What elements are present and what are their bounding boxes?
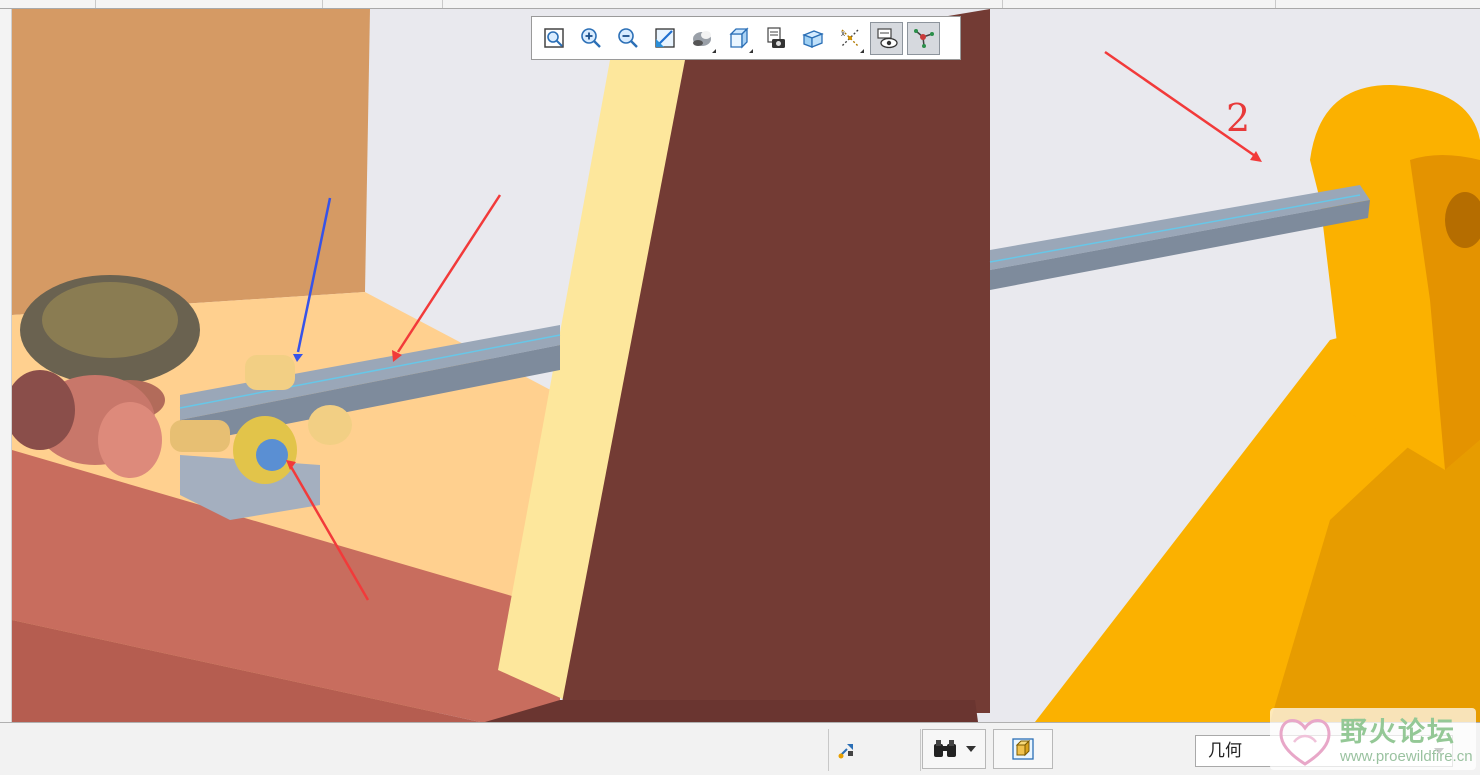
find-icon — [934, 740, 956, 757]
shaft-collar — [245, 355, 295, 390]
status-separator — [828, 729, 829, 771]
graphics-viewport[interactable]: 2 — [12, 9, 1480, 722]
model-scene — [12, 9, 1480, 722]
status-separator — [920, 729, 921, 771]
tab-divider — [322, 0, 323, 8]
find-button[interactable] — [922, 729, 986, 769]
pinion-hub — [256, 439, 288, 471]
shaft-collar — [308, 405, 352, 445]
tab-divider — [1275, 0, 1276, 8]
repaint-icon — [654, 28, 675, 48]
refit-icon — [543, 28, 564, 48]
datum-display-icon: x — [841, 29, 858, 47]
zoom-in-icon — [580, 28, 601, 48]
flyout-indicator — [860, 48, 864, 53]
motor-face — [98, 402, 162, 478]
tab-divider — [95, 0, 96, 8]
status-bar: 几何 — [0, 722, 1480, 775]
watermark-logo — [1279, 719, 1331, 766]
flyout-indicator — [712, 48, 716, 53]
watermark-url: www.proewildfire.cn — [1340, 748, 1473, 765]
selection-box-button[interactable] — [993, 729, 1053, 769]
tab-divider — [442, 0, 443, 8]
svg-text:x: x — [841, 29, 845, 38]
chevron-down-icon — [966, 746, 976, 752]
refit-button[interactable] — [537, 22, 570, 55]
spin-center-icon — [913, 29, 934, 48]
datum-display-button[interactable]: x — [833, 22, 866, 55]
repaint-button[interactable] — [648, 22, 681, 55]
display-style-icon — [728, 27, 749, 49]
annotation-display-button[interactable] — [870, 21, 903, 55]
shaft-collar — [170, 420, 230, 452]
watermark-title: 野火论坛 — [1340, 717, 1456, 748]
selection-filter-value: 几何 — [1208, 741, 1242, 760]
left-panel-edge[interactable] — [0, 9, 12, 722]
tab-divider — [1002, 0, 1003, 8]
large-gear — [42, 282, 178, 358]
saved-views-button[interactable] — [759, 22, 792, 55]
perspective-button[interactable] — [685, 22, 718, 55]
regenerate-button[interactable] — [833, 736, 861, 764]
flyout-indicator — [749, 48, 753, 53]
regenerate-icon — [838, 744, 853, 759]
display-style-button[interactable] — [722, 22, 755, 55]
watermark: 野火论坛 www.proewildfire.cn — [1270, 708, 1476, 770]
zoom-out-button[interactable] — [611, 22, 644, 55]
section-button[interactable] — [796, 22, 829, 55]
perspective-icon — [692, 31, 711, 46]
annotation-label-2: 2 — [1226, 96, 1251, 140]
section-icon — [801, 30, 824, 48]
spin-center-button[interactable] — [907, 21, 940, 55]
zoom-out-icon — [617, 28, 638, 48]
annotation-display-icon — [876, 28, 898, 49]
selection-box-icon — [1012, 738, 1034, 760]
view-toolbar: x — [531, 16, 961, 60]
zoom-in-button[interactable] — [574, 22, 607, 55]
pillar-base — [485, 700, 978, 722]
saved-views-icon — [766, 27, 785, 48]
top-tab-strip — [0, 0, 1480, 9]
